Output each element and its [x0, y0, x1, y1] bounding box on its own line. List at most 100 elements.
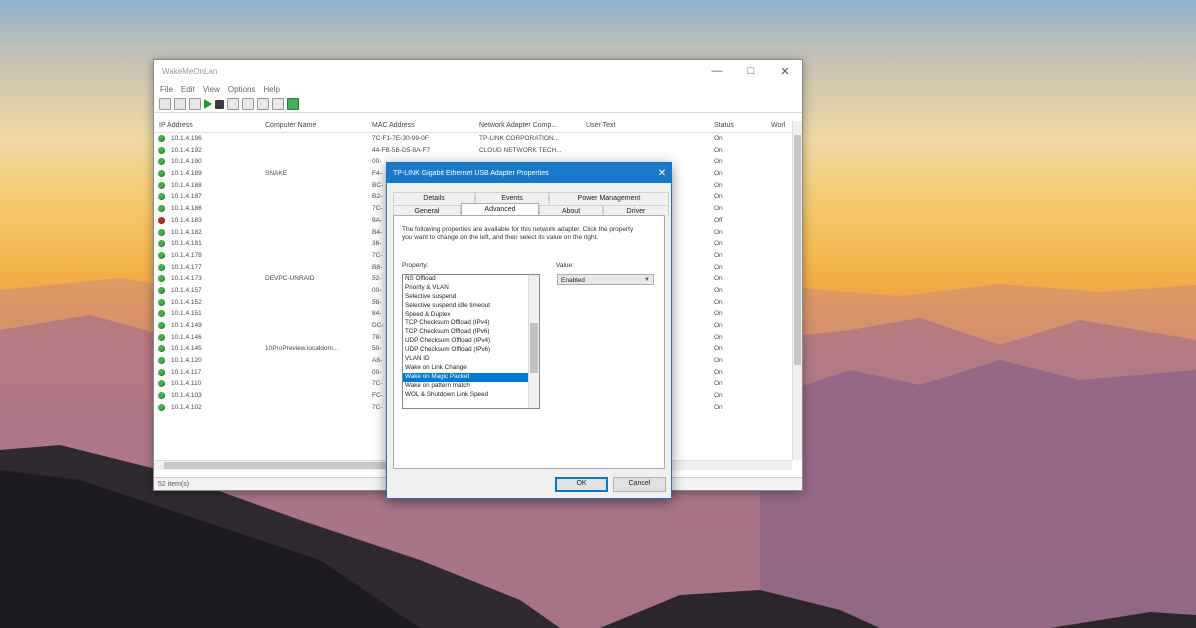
cell-status: On [714, 298, 723, 306]
cell-status: On [714, 322, 723, 329]
cell-mac: 36- [372, 240, 382, 248]
cell-status: On [714, 146, 723, 154]
tab-power-management[interactable]: Power Management [549, 192, 669, 204]
menu-file[interactable]: File [160, 85, 173, 94]
property-item[interactable]: Speed & Duplex [403, 311, 539, 320]
cell-mac: 00- [372, 368, 382, 376]
column-computer-name[interactable]: Computer Name [265, 122, 316, 129]
column-ip-address[interactable]: IP Address [159, 122, 193, 129]
scroll-thumb[interactable] [794, 135, 801, 365]
cell-ip: 10.1.4.189 [171, 170, 202, 178]
cell-mac: 7C- [372, 205, 383, 213]
cell-status: On [714, 170, 723, 178]
minimize-button[interactable]: — [700, 65, 734, 77]
property-list[interactable]: NS Offload Priority & VLAN Selective suspe… [402, 274, 540, 409]
property-item[interactable]: Priority & VLAN [403, 284, 539, 293]
property-item[interactable]: Wake on pattern match [403, 382, 539, 391]
cell-mac: 7C- [372, 403, 383, 411]
table-row[interactable]: 10.1.4.192 44-FB-5B-D5-8A-F7 CLOUD NETWORK… [154, 145, 792, 157]
cell-computer-name: DEVPC-UNRAID [265, 275, 315, 283]
property-item[interactable]: NS Offload [403, 275, 539, 284]
stop-scan-icon[interactable] [215, 99, 224, 109]
status-dot-icon [158, 205, 165, 213]
delete-icon[interactable] [189, 98, 201, 110]
property-item[interactable]: UDP Checksum Offload (IPv4) [403, 337, 539, 346]
value-dropdown[interactable]: Enabled ▼ [557, 274, 654, 285]
property-item[interactable]: TCP Checksum Offload (IPv4) [403, 319, 539, 328]
cell-mac: DC- [372, 322, 384, 329]
property-list-scrollbar[interactable] [528, 275, 539, 408]
property-item[interactable]: Wake on Magic Packet [403, 372, 539, 382]
status-dot-icon [158, 216, 165, 224]
menu-edit[interactable]: Edit [181, 85, 195, 94]
save-icon[interactable] [227, 98, 239, 110]
scroll-thumb[interactable] [164, 462, 404, 469]
cell-mac: 58- [372, 298, 382, 306]
column-adapter-company[interactable]: Network Adapter Comp... [479, 122, 557, 129]
column-status[interactable]: Status [714, 122, 734, 129]
close-button[interactable]: ✕ [768, 65, 802, 78]
cell-mac: B2- [372, 193, 383, 201]
menu-help[interactable]: Help [263, 85, 279, 94]
cell-mac: 7C- [372, 251, 383, 259]
status-dot-icon [158, 392, 165, 400]
status-dot-icon [158, 298, 165, 306]
cell-mac: 50- [372, 345, 382, 353]
cancel-button[interactable]: Cancel [613, 477, 666, 492]
properties-icon[interactable] [159, 98, 171, 110]
column-user-text[interactable]: User Text [586, 122, 615, 129]
cell-status: On [714, 286, 723, 294]
column-mac-address[interactable]: MAC Address [372, 122, 415, 129]
menu-options[interactable]: Options [228, 85, 256, 94]
maximize-button[interactable]: □ [734, 65, 768, 77]
cell-ip: 10.1.4.183 [171, 216, 202, 224]
status-dot-icon [158, 251, 165, 259]
start-scan-icon[interactable] [204, 99, 212, 109]
wake-up-icon[interactable] [287, 98, 299, 110]
html-report-icon[interactable] [257, 98, 269, 110]
property-item[interactable]: WOL & Shutdown Link Speed [403, 391, 539, 400]
cut-icon[interactable] [174, 98, 186, 110]
status-dot-icon [158, 275, 165, 283]
cell-ip: 10.1.4.120 [171, 357, 202, 365]
property-item[interactable]: Wake on Link Change [403, 364, 539, 373]
cell-ip: 10.1.4.151 [171, 310, 202, 318]
status-dot-icon [158, 310, 165, 318]
cell-mac: 44-FB-5B-D5-8A-F7 [372, 146, 431, 154]
cell-mac: BC- [372, 181, 384, 189]
list-header: IP Address Computer Name MAC Address Net… [154, 121, 792, 133]
status-dot-icon [158, 181, 165, 189]
property-item[interactable]: TCP Checksum Offload (IPv6) [403, 328, 539, 337]
cell-mac: 78- [372, 333, 382, 341]
property-item[interactable]: VLAN ID [403, 355, 539, 364]
dialog-title: TP-LINK Gigabit Ethernet USB Adapter Pro… [393, 169, 549, 177]
ok-button[interactable]: OK [555, 477, 608, 492]
dialog-title-bar: TP-LINK Gigabit Ethernet USB Adapter Pro… [387, 163, 671, 183]
status-dot-icon [158, 345, 165, 353]
property-item[interactable]: UDP Checksum Offload (IPv6) [403, 346, 539, 355]
property-item[interactable]: Selective suspend idle timeout [403, 302, 539, 311]
menu-view[interactable]: View [203, 85, 220, 94]
column-workgroup[interactable]: Worl [771, 122, 785, 129]
copy-icon[interactable] [242, 98, 254, 110]
cell-ip: 10.1.4.181 [171, 240, 202, 248]
scroll-thumb[interactable] [530, 323, 538, 373]
table-row[interactable]: 10.1.4.196 7C-F1-7E-30-99-0F TP-LINK CORPO… [154, 133, 792, 145]
cell-ip: 10.1.4.182 [171, 228, 202, 236]
cell-mac: B8- [372, 263, 383, 271]
property-item[interactable]: Selective suspend [403, 293, 539, 302]
cell-status: On [714, 333, 723, 341]
cell-ip: 10.1.4.192 [171, 146, 202, 154]
status-dot-icon [158, 170, 165, 178]
adapter-properties-dialog: TP-LINK Gigabit Ethernet USB Adapter Pro… [386, 162, 672, 499]
vertical-scrollbar[interactable] [792, 121, 802, 460]
status-dot-icon [158, 135, 165, 142]
status-dot-icon [158, 380, 165, 388]
status-dot-icon [158, 357, 165, 365]
dialog-close-icon[interactable]: ✕ [653, 168, 671, 179]
cell-adapter: TP-LINK CORPORATION... [479, 135, 560, 142]
status-dot-icon [158, 158, 165, 166]
status-dot-icon [158, 322, 165, 329]
refresh-icon[interactable] [272, 98, 284, 110]
cell-status: On [714, 240, 723, 248]
